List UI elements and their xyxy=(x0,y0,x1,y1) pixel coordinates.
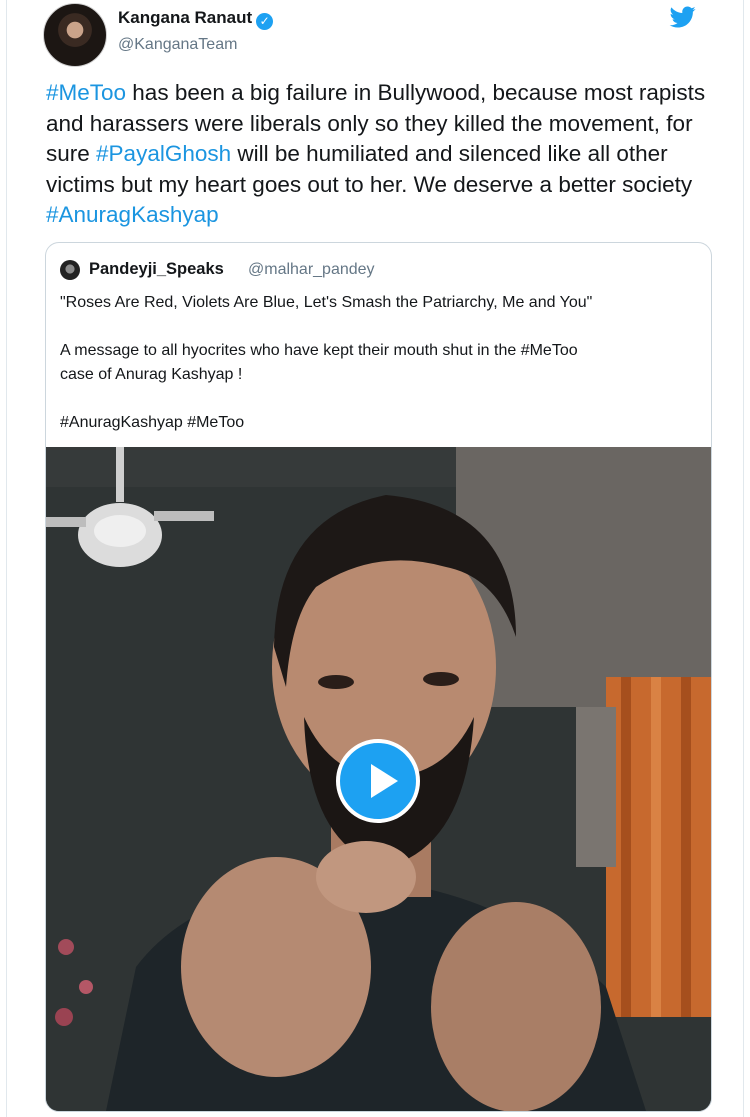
tweet-card: Kangana Ranaut ✓ @KanganaTeam #MeToo has … xyxy=(6,0,744,1117)
twitter-bird-icon[interactable] xyxy=(667,4,699,30)
hashtag-link[interactable]: #AnuragKashyap xyxy=(46,202,219,227)
hashtag-link[interactable]: #MeToo xyxy=(46,80,126,105)
author-avatar[interactable] xyxy=(43,3,107,67)
play-icon[interactable] xyxy=(336,739,420,823)
quoted-text-line: case of Anurag Kashyap ! xyxy=(60,366,243,383)
author-name[interactable]: Kangana Ranaut xyxy=(118,8,252,27)
video-player[interactable] xyxy=(46,447,711,1111)
quoted-text-line: "Roses Are Red, Violets Are Blue, Let's … xyxy=(60,294,593,311)
hashtag-link[interactable]: #PayalGhosh xyxy=(96,141,231,166)
quoted-author-name[interactable]: Pandeyji_Speaks xyxy=(89,260,224,279)
quoted-author-avatar[interactable] xyxy=(60,260,80,280)
quoted-author-handle[interactable]: @malhar_pandey xyxy=(248,261,375,279)
author-handle[interactable]: @KanganaTeam xyxy=(118,36,237,54)
quoted-hashtags: #AnuragKashyap #MeToo xyxy=(60,414,245,431)
verified-badge-icon: ✓ xyxy=(256,12,274,30)
quoted-tweet[interactable]: Pandeyji_Speaks @malhar_pandey "Roses Ar… xyxy=(45,242,712,1112)
author-name-row[interactable]: Kangana Ranaut ✓ xyxy=(118,8,274,30)
tweet-text: #MeToo has been a big failure in Bullywo… xyxy=(46,78,726,231)
quoted-text-line: A message to all hyocrites who have kept… xyxy=(60,342,578,359)
